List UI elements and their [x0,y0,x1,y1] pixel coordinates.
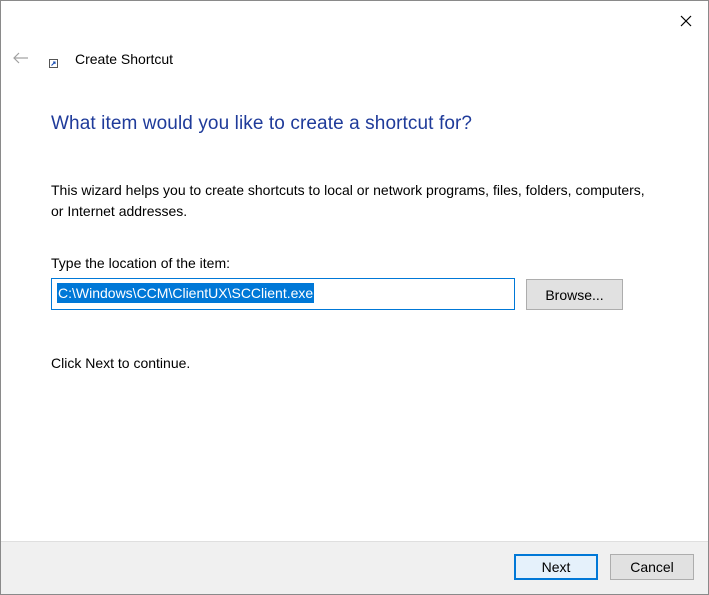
wizard-description: This wizard helps you to create shortcut… [51,182,645,219]
location-label: Type the location of the item: [51,255,230,271]
cancel-button[interactable]: Cancel [610,554,694,580]
location-input-value: C:\Windows\CCM\ClientUX\SCClient.exe [57,283,315,303]
back-button[interactable] [11,48,31,68]
continue-instruction: Click Next to continue. [51,355,191,371]
window-title: Create Shortcut [75,51,174,67]
close-icon [680,15,692,27]
shortcut-icon [49,59,58,68]
next-button[interactable]: Next [514,554,598,580]
browse-button[interactable]: Browse... [526,279,623,310]
wizard-heading: What item would you like to create a sho… [51,113,473,134]
dialog-footer: Next Cancel [1,541,708,594]
back-arrow-icon [13,52,28,64]
close-button[interactable] [674,9,698,33]
location-input[interactable]: C:\Windows\CCM\ClientUX\SCClient.exe [51,278,515,310]
create-shortcut-dialog: Create Shortcut What item would you like… [0,0,709,595]
